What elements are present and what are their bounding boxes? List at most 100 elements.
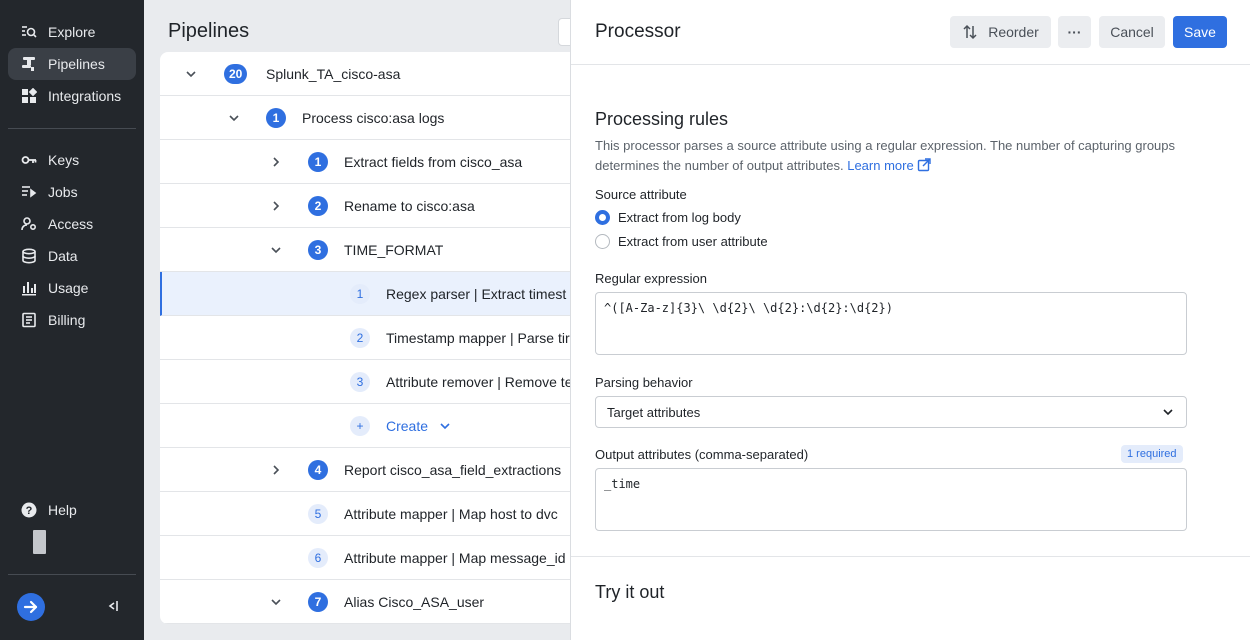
sidebar-divider — [8, 128, 136, 129]
reorder-button[interactable]: Reorder — [950, 16, 1051, 48]
external-link-icon — [918, 158, 932, 172]
radio-user-attribute[interactable]: Extract from user attribute — [595, 234, 768, 249]
reorder-icon — [963, 24, 977, 40]
step-badge: 7 — [308, 591, 328, 612]
pipeline-row-selected[interactable]: 1 Regex parser | Extract timest — [160, 272, 570, 316]
parsing-behavior-label: Parsing behavior — [595, 375, 693, 390]
page-title: Pipelines — [168, 20, 250, 42]
jobs-icon — [20, 183, 38, 201]
chevron-down-icon[interactable] — [269, 243, 283, 257]
output-attributes-input[interactable]: _time — [595, 468, 1187, 531]
pipeline-row[interactable]: 20 Splunk_TA_cisco-asa — [160, 52, 570, 96]
nav-label: Usage — [48, 280, 89, 296]
pipeline-row[interactable]: 2 Timestamp mapper | Parse tir — [160, 316, 570, 360]
panel-header: Processor Reorder ··· Cancel Save — [571, 0, 1250, 65]
nav-label: Data — [48, 248, 78, 264]
required-badge: 1 required — [1121, 445, 1183, 463]
row-label: Splunk_TA_cisco-asa — [266, 65, 401, 82]
row-label: Attribute remover | Remove te — [386, 373, 570, 390]
user-avatar[interactable] — [33, 530, 46, 554]
chevron-down-icon[interactable] — [184, 67, 198, 81]
section-description: This processor parses a source attribute… — [595, 136, 1195, 176]
nav-explore[interactable]: Explore — [8, 16, 136, 48]
pipeline-row[interactable]: 3 Attribute remover | Remove te — [160, 360, 570, 404]
step-badge: 1 — [308, 151, 328, 172]
row-label: TIME_FORMAT — [344, 241, 444, 258]
nav-usage[interactable]: Usage — [8, 272, 136, 304]
cancel-label: Cancel — [1110, 24, 1154, 40]
radio-unchecked[interactable] — [595, 234, 610, 249]
more-options-button[interactable]: ··· — [1058, 16, 1091, 48]
pipeline-row[interactable]: 6 Attribute mapper | Map message_id — [160, 536, 570, 580]
nav-jobs[interactable]: Jobs — [8, 176, 136, 208]
save-label: Save — [1184, 24, 1216, 40]
arrow-right-icon — [23, 600, 38, 614]
integrations-icon — [20, 87, 38, 105]
nav-pipelines[interactable]: Pipelines — [8, 48, 136, 80]
nav-label: Access — [48, 216, 94, 232]
nav-help[interactable]: ? Help — [8, 494, 136, 526]
create-row[interactable]: + Create — [160, 404, 570, 448]
pipeline-row[interactable]: 2 Rename to cisco:asa — [160, 184, 570, 228]
explore-icon — [20, 23, 38, 41]
chevron-right-icon[interactable] — [269, 199, 283, 213]
cancel-button[interactable]: Cancel — [1099, 16, 1165, 48]
learn-more-link[interactable]: Learn more — [847, 158, 932, 173]
row-label: Process cisco:asa logs — [302, 109, 445, 126]
parsing-behavior-select[interactable]: Target attributes — [595, 396, 1187, 428]
pipeline-row[interactable]: 4 Report cisco_asa_field_extractions — [160, 448, 570, 492]
radio-label: Extract from log body — [618, 210, 741, 225]
pipeline-row[interactable]: 1 Process cisco:asa logs — [160, 96, 570, 140]
pipelines-icon — [20, 55, 38, 73]
nav-label: Jobs — [48, 184, 78, 200]
learn-more-label: Learn more — [847, 158, 914, 173]
chevron-down-icon[interactable] — [227, 111, 241, 125]
pipelines-main: Pipelines 20 Splunk_TA_cisco-asa 1 Proce… — [144, 0, 570, 640]
try-it-out-title: Try it out — [595, 582, 665, 602]
nav-keys[interactable]: Keys — [8, 144, 136, 176]
step-badge: 3 — [350, 371, 370, 392]
sidebar-divider — [8, 574, 136, 575]
database-icon — [20, 247, 38, 265]
save-button[interactable]: Save — [1173, 16, 1227, 48]
pipeline-row[interactable]: 1 Extract fields from cisco_asa — [160, 140, 570, 184]
step-badge: 4 — [308, 459, 328, 480]
nav-integrations[interactable]: Integrations — [8, 80, 136, 112]
output-attributes-label: Output attributes (comma-separated) — [595, 447, 809, 462]
select-value: Target attributes — [607, 404, 701, 420]
plus-icon: + — [350, 415, 370, 436]
key-icon — [20, 151, 38, 169]
radio-checked[interactable] — [595, 210, 610, 225]
pipeline-row[interactable]: 5 Attribute mapper | Map host to dvc — [160, 492, 570, 536]
pipeline-row[interactable]: 7 Alias Cisco_ASA_user — [160, 580, 570, 624]
section-title: Processing rules — [595, 109, 729, 129]
app-logo[interactable] — [17, 593, 45, 621]
nav-label: Help — [48, 502, 77, 518]
row-label: Alias Cisco_ASA_user — [344, 593, 485, 610]
chevron-right-icon[interactable] — [269, 155, 283, 169]
pipeline-row[interactable]: 3 TIME_FORMAT — [160, 228, 570, 272]
chevron-down-icon[interactable] — [269, 595, 283, 609]
more-icon: ··· — [1067, 24, 1082, 40]
nav-label: Integrations — [48, 88, 122, 104]
chevron-down-icon — [1163, 409, 1173, 416]
radio-label: Extract from user attribute — [618, 234, 768, 249]
section-divider — [571, 556, 1250, 557]
step-badge: 1 — [350, 283, 370, 304]
collapse-sidebar-button[interactable] — [106, 599, 120, 613]
billing-icon — [20, 311, 38, 329]
regex-label: Regular expression — [595, 271, 708, 286]
regex-input[interactable]: ^([A-Za-z]{3}\ \d{2}\ \d{2}:\d{2}:\d{2}) — [595, 292, 1187, 355]
panel-title: Processor — [595, 21, 681, 42]
radio-log-body[interactable]: Extract from log body — [595, 210, 741, 225]
sidebar: Explore Pipelines Integrations Keys Jobs… — [0, 0, 144, 640]
nav-billing[interactable]: Billing — [8, 304, 136, 336]
chevron-right-icon[interactable] — [269, 463, 283, 477]
chevron-down-icon[interactable] — [438, 419, 452, 433]
nav-access[interactable]: Access — [8, 208, 136, 240]
create-button[interactable]: Create — [386, 418, 428, 434]
row-label: Attribute mapper | Map message_id — [344, 549, 566, 566]
step-badge: 3 — [308, 239, 328, 260]
nav-data[interactable]: Data — [8, 240, 136, 272]
header-button[interactable] — [558, 18, 570, 46]
